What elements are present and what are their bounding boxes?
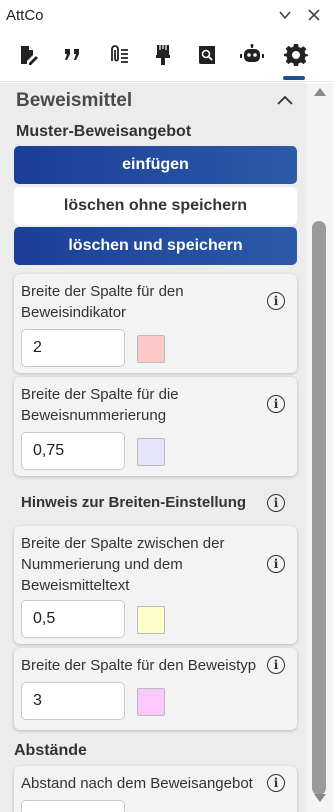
color-swatch[interactable] (137, 335, 165, 363)
info-icon[interactable]: i (267, 494, 285, 512)
field-card-zwischenspalte: Breite der Spalte zwischen der Nummerier… (14, 526, 297, 644)
abstand-input[interactable] (21, 800, 125, 812)
beweisindikator-width-input[interactable] (21, 329, 125, 367)
abstaende-label: Abstände (14, 742, 87, 759)
settings-panel: Beweismittel Muster-Beweisangebot einfüg… (0, 83, 307, 812)
app-title: AttCo (6, 7, 44, 24)
delete-and-save-button[interactable]: löschen und speichern (14, 227, 297, 265)
muster-beweisangebot-label: Muster-Beweisangebot (16, 123, 192, 140)
section-header-beweismittel[interactable]: Beweismittel (6, 87, 303, 115)
beweistyp-width-input[interactable] (21, 682, 125, 720)
book-search-icon[interactable] (192, 40, 222, 70)
field-label: Breite der Spalte für den Beweistyp (21, 657, 257, 674)
field-label: Breite der Spalte zwischen der Nummerier… (21, 535, 225, 594)
close-icon[interactable] (303, 4, 325, 26)
field-card-abstand: Abstand nach dem Beweisangebot i (14, 766, 297, 812)
field-card-beweisnummerierung: Breite der Spalte für die Beweisnummerie… (14, 377, 297, 476)
insert-button[interactable]: einfügen (14, 146, 297, 184)
field-label: Abstand nach dem Beweisangebot (21, 775, 253, 792)
info-icon[interactable]: i (267, 555, 285, 573)
field-card-beweistyp: Breite der Spalte für den Beweistyp i (14, 648, 297, 730)
hint-label: Hinweis zur Breiten-Einstellung (21, 494, 247, 511)
section-title: Beweismittel (16, 90, 133, 111)
scroll-up-arrow-icon[interactable] (314, 88, 326, 96)
document-edit-icon[interactable] (13, 40, 43, 70)
scroll-down-arrow-icon[interactable] (314, 794, 326, 802)
window-titlebar: AttCo (0, 0, 333, 32)
chevron-down-icon[interactable] (274, 4, 296, 26)
info-icon[interactable]: i (267, 656, 285, 674)
scroll-thumb[interactable] (312, 221, 326, 795)
info-icon[interactable]: i (267, 292, 285, 310)
info-icon[interactable]: i (267, 395, 285, 413)
field-label: Breite der Spalte für die Beweisnummerie… (21, 386, 179, 424)
field-card-beweisindikator: Breite der Spalte für den Beweisindikato… (14, 274, 297, 373)
brush-icon[interactable] (148, 40, 178, 70)
beweisnummerierung-width-input[interactable] (21, 432, 125, 470)
field-label: Breite der Spalte für den Beweisindikato… (21, 283, 184, 321)
info-icon[interactable]: i (267, 774, 285, 792)
zwischenspalte-width-input[interactable] (21, 600, 125, 638)
robot-icon[interactable] (237, 40, 267, 70)
quote-icon[interactable] (57, 40, 87, 70)
color-swatch[interactable] (137, 688, 165, 716)
gear-icon[interactable] (281, 40, 311, 70)
scrollbar[interactable] (307, 83, 333, 812)
attachment-list-icon[interactable] (104, 40, 134, 70)
tool-tabs (0, 32, 333, 82)
active-tab-indicator (283, 76, 305, 80)
delete-without-save-button[interactable]: löschen ohne speichern (14, 187, 297, 225)
color-swatch[interactable] (137, 606, 165, 634)
color-swatch[interactable] (137, 438, 165, 466)
chevron-up-icon[interactable] (276, 93, 294, 111)
